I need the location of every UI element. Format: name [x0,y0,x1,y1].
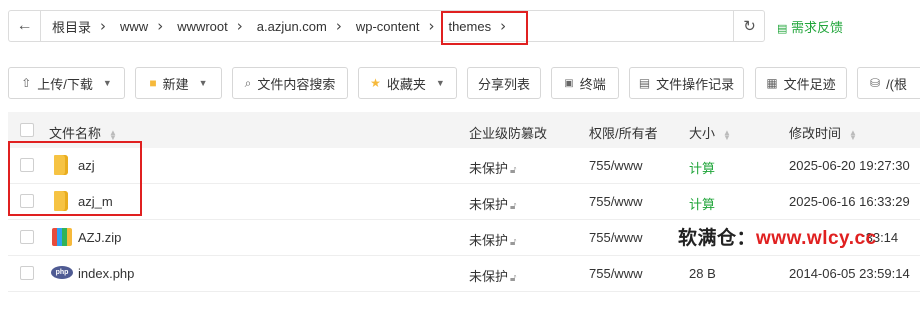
upload-download-button[interactable]: ⇧ 上传/下载 ▼ [8,67,125,99]
table-header [8,112,920,148]
column-header-mtime[interactable]: 修改时间 ▲ ▼ [789,123,857,142]
breadcrumb-wp-content[interactable]: wp-content [353,19,420,34]
permission[interactable]: 755/www [589,194,642,209]
refresh-icon: ↻ [743,18,756,35]
star-icon: ★ [370,76,381,90]
column-header-name[interactable]: 文件名称 ▲ ▼ [49,123,117,142]
chevron-right-icon: › [335,17,342,35]
tamper-status: 未保护 🔓︎ [469,233,517,248]
highlight-box-folders [8,141,142,216]
tamper-status: 未保护 🔓︎ [469,269,517,284]
file-name[interactable]: index.php [78,266,134,281]
size-calc-link[interactable]: 计算 [689,194,715,213]
file-size: 28 B [689,266,716,281]
table-row[interactable] [8,148,920,184]
tamper-status: 未保护 🔓︎ [469,161,517,176]
tamper-status: 未保护 🔓︎ [469,197,517,212]
chevron-right-icon: › [428,17,435,35]
feedback-icon: ▤ [777,23,788,35]
breadcrumb-wwwroot[interactable]: wwwroot [174,19,228,34]
sort-icon: ▲ ▼ [849,127,857,142]
sort-icon: ▲ ▼ [109,127,117,142]
column-header-size[interactable]: 大小 ▲ ▼ [689,123,731,142]
feedback-link[interactable]: ▤ 需求反馈 [777,17,843,36]
zip-icon [52,228,72,246]
terminal-icon: ▣ [564,77,574,89]
lock-icon: 🔓︎ [510,273,517,284]
php-icon: php [51,266,73,279]
permission[interactable]: 755/www [589,266,642,281]
column-header-tamper: 企业级防篡改 [469,126,548,141]
favorites-button[interactable]: ★ 收藏夹 ▼ [358,67,457,99]
lock-icon: 🔓︎ [510,201,517,212]
chevron-down-icon: ▼ [102,78,112,88]
lock-icon: 🔓︎ [510,165,517,176]
permission[interactable]: 755/www [589,158,642,173]
row-checkbox[interactable] [20,266,34,280]
chevron-right-icon: › [236,17,243,35]
breadcrumb-site[interactable]: a.azjun.com [254,19,327,34]
column-header-permission: 权限/所有者 [589,126,658,141]
share-list-button[interactable]: 分享列表 [467,67,541,99]
file-name[interactable]: AZJ.zip [78,230,121,245]
footprint-icon: ▦ [766,76,778,90]
sort-icon: ▲ ▼ [723,127,731,142]
breadcrumb-www[interactable]: www [117,19,148,34]
upload-icon: ⇧ [21,76,32,90]
watermark: 软满仓：www.wlcy.cc [678,228,877,249]
chevron-right-icon: › [100,17,107,35]
modified-time: 2025-06-16 16:33:29 [789,194,910,209]
chevron-down-icon: ▼ [198,78,208,88]
chevron-down-icon: ▼ [435,78,445,88]
modified-time: 2025-06-20 19:27:30 [789,158,910,173]
row-checkbox[interactable] [20,230,34,244]
search-icon: ⌕ [244,75,252,90]
table-row[interactable] [8,184,920,220]
back-button[interactable]: ← [9,11,41,41]
permission[interactable]: 755/www [589,230,642,245]
operation-log-button[interactable]: ▤ 文件操作记录 [629,67,744,99]
search-content-button[interactable]: ⌕ 文件内容搜索 [232,67,348,99]
modified-time: 2014-06-05 23:59:14 [789,266,910,281]
refresh-button[interactable]: ↻ [733,11,765,41]
new-button[interactable]: ■ 新建 ▼ [135,67,222,99]
footprint-button[interactable]: ▦ 文件足迹 [755,67,847,99]
new-folder-icon: ■ [149,76,157,90]
breadcrumb-root[interactable]: 根目录 [49,17,91,36]
select-all-checkbox[interactable] [20,123,34,137]
disk-icon: ⛁ [870,76,881,90]
log-icon: ▤ [638,76,651,90]
arrow-left-icon: ← [16,17,33,34]
disk-button[interactable]: ⛁ /(根 [857,67,920,99]
highlight-box-themes [441,11,528,45]
chevron-right-icon: › [157,17,164,35]
terminal-button[interactable]: ▣ 终端 [551,67,619,99]
lock-icon: 🔓︎ [510,237,517,248]
table-row[interactable] [8,256,920,292]
path-bar: ← 根目录 › www › wwwroot › a.azjun.com › wp… [8,10,765,42]
size-calc-link[interactable]: 计算 [689,158,715,177]
